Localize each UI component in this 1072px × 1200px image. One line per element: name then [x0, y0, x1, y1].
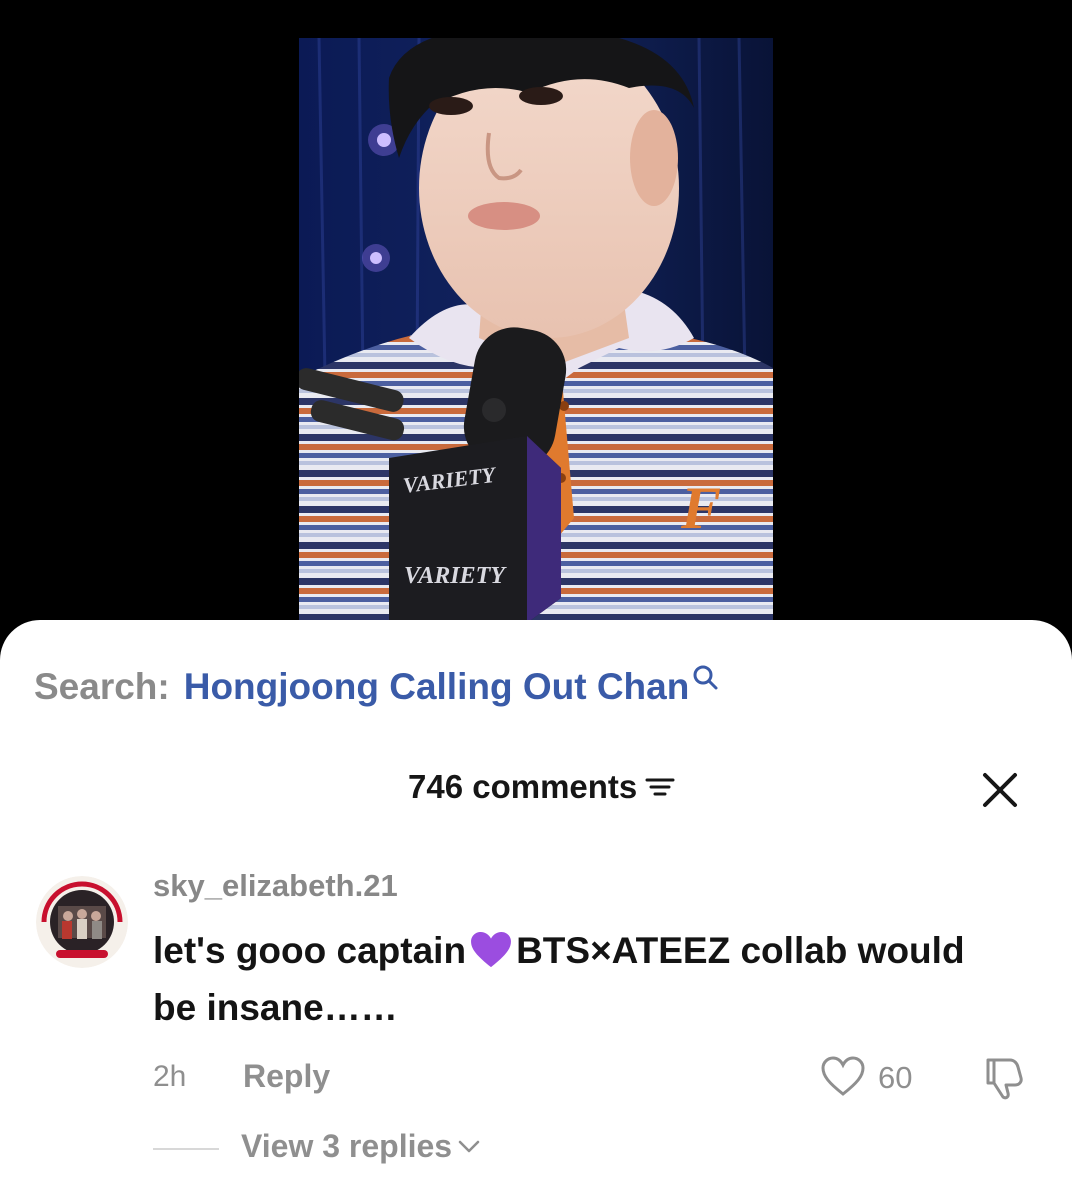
view-replies-button[interactable]: View 3 replies	[241, 1128, 480, 1165]
video-player[interactable]: F VARIETY VARIETY	[299, 38, 773, 620]
search-suggestion[interactable]: Search: Hongjoong Calling Out Chan	[34, 662, 719, 712]
comment-username[interactable]: sky_elizabeth.21	[153, 868, 398, 904]
view-replies-label: View 3 replies	[241, 1128, 453, 1164]
comment-text: let's gooo captain BTS×ATEEZ collab would…	[153, 922, 973, 1036]
view-replies-row: View 3 replies	[0, 1126, 1072, 1170]
comment-count-label: 746 comments	[408, 768, 638, 805]
avatar[interactable]	[36, 876, 128, 968]
comment-time: 2h	[153, 1060, 187, 1093]
replies-divider	[153, 1148, 219, 1150]
comment-text-part-1: let's gooo captain	[153, 930, 467, 971]
chevron-down-icon	[458, 1140, 480, 1152]
like-count: 60	[878, 1060, 913, 1095]
video-frame-image: F VARIETY VARIETY	[299, 38, 773, 620]
search-label: Search:	[34, 666, 170, 707]
comments-header: 746 comments	[0, 768, 1072, 812]
svg-text:F: F	[680, 475, 721, 541]
heart-outline-icon[interactable]	[820, 1056, 866, 1098]
close-icon[interactable]	[980, 770, 1020, 810]
search-icon[interactable]	[691, 663, 719, 691]
comments-sheet: Search: Hongjoong Calling Out Chan 746 c…	[0, 620, 1072, 1200]
mic-flag-brand-front: VARIETY	[404, 563, 507, 589]
purple-heart-icon	[471, 931, 512, 968]
reply-button[interactable]: Reply	[243, 1058, 330, 1095]
avatar-image	[36, 876, 128, 968]
comment-count-sort[interactable]: 746 comments	[408, 768, 675, 806]
thumbs-down-icon[interactable]	[980, 1056, 1028, 1100]
filter-icon[interactable]	[645, 775, 675, 799]
comment-meta: 2h Reply 60	[0, 1056, 1072, 1100]
comment-item: sky_elizabeth.21 let's gooo captain BTS×A…	[0, 868, 1072, 1188]
search-query-link[interactable]: Hongjoong Calling Out Chan	[184, 666, 690, 708]
